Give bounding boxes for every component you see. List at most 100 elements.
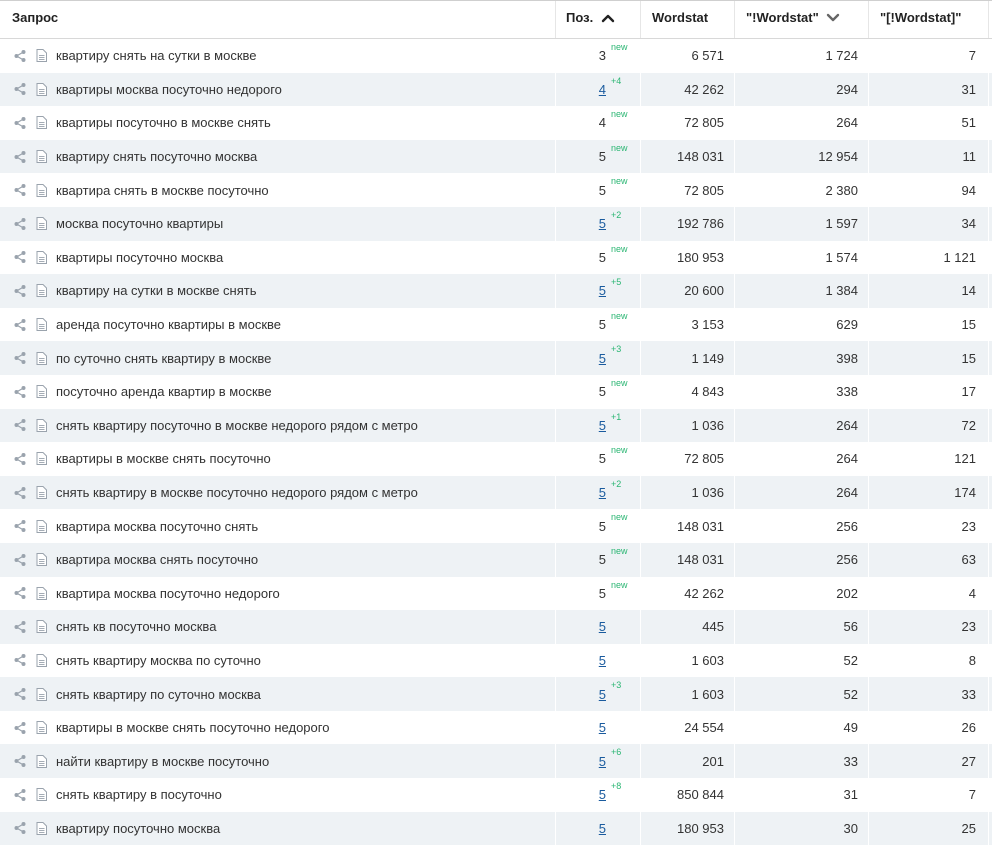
document-icon[interactable]: [34, 173, 48, 207]
share-icon[interactable]: [12, 543, 28, 577]
document-icon[interactable]: [34, 73, 48, 107]
position-value[interactable]: 5: [599, 351, 606, 366]
position-value[interactable]: 5: [599, 283, 606, 298]
document-icon[interactable]: [34, 610, 48, 644]
position-value[interactable]: 5: [599, 821, 606, 836]
document-icon[interactable]: [34, 644, 48, 678]
share-icon[interactable]: [12, 476, 28, 510]
share-icon[interactable]: [12, 610, 28, 644]
position-value[interactable]: 5: [599, 720, 606, 735]
position-value[interactable]: 5: [599, 787, 606, 802]
column-divider: [734, 509, 735, 543]
share-icon[interactable]: [12, 442, 28, 476]
document-icon[interactable]: [34, 140, 48, 174]
position-cell[interactable]: 5: [556, 341, 606, 375]
document-icon[interactable]: [34, 409, 48, 443]
position-cell[interactable]: 5: [556, 677, 606, 711]
wordstat-excl-value: 338: [836, 384, 858, 400]
share-icon[interactable]: [12, 106, 28, 140]
position-value: 5: [598, 552, 606, 568]
column-divider: [734, 542, 735, 577]
document-icon[interactable]: [34, 274, 48, 308]
column-divider: [868, 710, 869, 745]
document-icon[interactable]: [34, 711, 48, 745]
position-value[interactable]: 5: [599, 216, 606, 231]
position-cell[interactable]: 5: [556, 610, 606, 644]
share-icon[interactable]: [12, 509, 28, 543]
position-cell[interactable]: 5: [556, 644, 606, 678]
header-wordstat-excl[interactable]: "!Wordstat": [746, 1, 840, 38]
position-cell[interactable]: 4: [556, 73, 606, 107]
document-icon[interactable]: [34, 476, 48, 510]
header-wordstat[interactable]: Wordstat: [652, 1, 708, 38]
position-cell[interactable]: 5: [556, 744, 606, 778]
document-icon[interactable]: [34, 509, 48, 543]
position-cell[interactable]: 5: [556, 476, 606, 510]
column-divider: [868, 542, 869, 577]
share-icon[interactable]: [12, 677, 28, 711]
position-change: new: [611, 176, 628, 187]
position-value[interactable]: 5: [599, 653, 606, 668]
column-divider: [988, 374, 989, 409]
position-cell[interactable]: 5: [556, 711, 606, 745]
header-pos[interactable]: Поз.: [566, 1, 615, 38]
share-icon[interactable]: [12, 173, 28, 207]
document-icon[interactable]: [34, 241, 48, 275]
share-icon[interactable]: [12, 577, 28, 611]
position-value[interactable]: 4: [599, 82, 606, 97]
share-icon[interactable]: [12, 778, 28, 812]
header-wordstat-exact[interactable]: "[!Wordstat]": [880, 1, 961, 38]
share-icon[interactable]: [12, 812, 28, 846]
column-divider: [988, 442, 989, 476]
share-icon[interactable]: [12, 341, 28, 375]
wordstat-value: 1 036: [691, 417, 724, 433]
share-icon[interactable]: [12, 644, 28, 678]
document-icon[interactable]: [34, 778, 48, 812]
document-icon[interactable]: [34, 39, 48, 73]
column-divider: [868, 610, 869, 644]
position-cell[interactable]: 5: [556, 812, 606, 846]
position-value[interactable]: 5: [599, 418, 606, 433]
document-icon[interactable]: [34, 375, 48, 409]
share-icon[interactable]: [12, 140, 28, 174]
column-divider: [734, 341, 735, 375]
document-icon[interactable]: [34, 106, 48, 140]
document-icon[interactable]: [34, 341, 48, 375]
share-icon[interactable]: [12, 241, 28, 275]
position-value[interactable]: 5: [599, 687, 606, 702]
position-cell[interactable]: 5: [556, 778, 606, 812]
share-icon[interactable]: [12, 274, 28, 308]
document-icon[interactable]: [34, 677, 48, 711]
wordstat-value: 148 031: [677, 518, 724, 534]
share-icon[interactable]: [12, 73, 28, 107]
document-icon[interactable]: [34, 744, 48, 778]
share-icon[interactable]: [12, 207, 28, 241]
document-icon[interactable]: [34, 308, 48, 342]
share-icon[interactable]: [12, 744, 28, 778]
share-icon[interactable]: [12, 308, 28, 342]
column-divider: [988, 643, 989, 678]
share-icon[interactable]: [12, 409, 28, 443]
document-icon[interactable]: [34, 543, 48, 577]
position-cell[interactable]: 5: [556, 207, 606, 241]
query-text: квартира москва посуточно снять: [56, 518, 259, 534]
document-icon[interactable]: [34, 442, 48, 476]
position-value[interactable]: 5: [599, 754, 606, 769]
position-cell: 5: [556, 308, 606, 342]
column-divider: [640, 442, 641, 476]
position-value: 4: [598, 115, 606, 131]
share-icon[interactable]: [12, 711, 28, 745]
document-icon[interactable]: [34, 577, 48, 611]
document-icon[interactable]: [34, 812, 48, 846]
share-icon[interactable]: [12, 375, 28, 409]
share-icon[interactable]: [12, 39, 28, 73]
header-wordstat-excl-label: "!Wordstat": [746, 10, 819, 25]
position-cell[interactable]: 5: [556, 409, 606, 443]
position-cell[interactable]: 5: [556, 274, 606, 308]
header-query[interactable]: Запрос: [12, 1, 58, 38]
column-divider: [640, 1, 641, 38]
position-value[interactable]: 5: [599, 619, 606, 634]
column-divider: [640, 408, 641, 443]
document-icon[interactable]: [34, 207, 48, 241]
position-value[interactable]: 5: [599, 485, 606, 500]
